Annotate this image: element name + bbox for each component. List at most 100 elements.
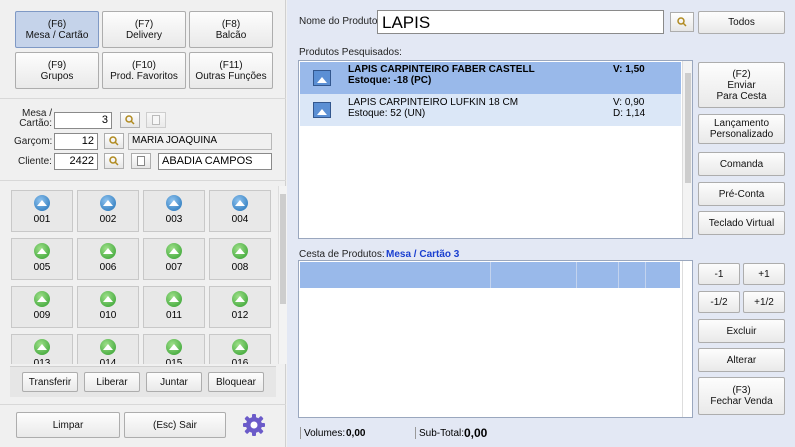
table-status-icon xyxy=(232,339,248,355)
garcom-label: Garçom: xyxy=(14,136,53,147)
limpar-button[interactable]: Limpar xyxy=(16,412,120,438)
table-status-icon xyxy=(100,243,116,259)
alterar-button[interactable]: Alterar xyxy=(698,348,785,372)
table-tile[interactable]: 010 xyxy=(77,286,139,328)
table-tile[interactable]: 004 xyxy=(209,190,271,232)
product-image-icon xyxy=(313,102,331,118)
button-label: Grupos xyxy=(40,70,74,82)
button-key-label: (F6) xyxy=(47,18,67,30)
table-number: 006 xyxy=(99,262,117,273)
document-icon xyxy=(137,156,145,166)
table-status-icon xyxy=(34,243,50,259)
table-number: 007 xyxy=(165,262,183,273)
table-tile[interactable]: 003 xyxy=(143,190,205,232)
cliente-label: Cliente: xyxy=(18,156,52,167)
plus-one-button[interactable]: +1 xyxy=(743,263,785,285)
table-number: 001 xyxy=(33,214,51,225)
table-tile[interactable]: 012 xyxy=(209,286,271,328)
volumes-label: Volumes: xyxy=(304,428,346,439)
button-key-label: (F7) xyxy=(134,18,154,30)
sair-button[interactable]: (Esc) Sair xyxy=(124,412,226,438)
table-tile[interactable]: 013 xyxy=(11,334,73,364)
prod-favoritos-button[interactable]: (F10) Prod. Favoritos xyxy=(102,52,186,89)
button-key-label: (F8) xyxy=(221,18,241,30)
mesa-cartao-button[interactable]: (F6) Mesa / Cartão xyxy=(15,11,99,48)
cesta-target: Mesa / Cartão 3 xyxy=(386,249,460,260)
table-number: 003 xyxy=(165,214,183,225)
todos-button[interactable]: Todos xyxy=(698,11,785,34)
grupos-button[interactable]: (F9) Grupos xyxy=(15,52,99,89)
teclado-virtual-button[interactable]: Teclado Virtual xyxy=(698,211,785,235)
search-icon xyxy=(125,115,135,125)
garcom-name: MARIA JOAQUINA xyxy=(128,133,272,150)
delivery-button[interactable]: (F7) Delivery xyxy=(102,11,186,48)
product-row[interactable]: LAPIS CARPINTEIRO LUFKIN 18 CM Estoque: … xyxy=(300,94,681,126)
minus-one-button[interactable]: -1 xyxy=(698,263,740,285)
table-tile[interactable]: 008 xyxy=(209,238,271,280)
cesta-grid xyxy=(298,260,693,418)
enviar-cesta-button[interactable]: (F2) Enviar Para Cesta xyxy=(698,62,785,108)
table-status-icon xyxy=(100,195,116,211)
divider xyxy=(0,180,286,181)
transferir-button[interactable]: Transferir xyxy=(22,372,78,392)
table-number: 013 xyxy=(33,358,51,364)
table-tile[interactable]: 001 xyxy=(11,190,73,232)
table-tile[interactable]: 002 xyxy=(77,190,139,232)
product-price-secondary: D: 1,14 xyxy=(613,108,646,119)
cliente-field[interactable]: 2422 xyxy=(54,153,98,170)
search-product-button[interactable] xyxy=(670,12,694,32)
comanda-button[interactable]: Comanda xyxy=(698,152,785,176)
table-tile[interactable]: 015 xyxy=(143,334,205,364)
search-icon xyxy=(109,136,119,146)
settings-gear-icon[interactable] xyxy=(242,413,266,437)
lancamento-personalizado-button[interactable]: Lançamento Personalizado xyxy=(698,114,785,144)
search-cliente-button[interactable] xyxy=(104,153,124,169)
table-tile[interactable]: 011 xyxy=(143,286,205,328)
table-status-icon xyxy=(166,291,182,307)
mesa-field[interactable]: 3 xyxy=(54,112,112,129)
table-tile[interactable]: 005 xyxy=(11,238,73,280)
table-tile[interactable]: 016 xyxy=(209,334,271,364)
minus-half-button[interactable]: -1/2 xyxy=(698,291,740,313)
button-label: Para Cesta xyxy=(716,90,767,102)
table-number: 012 xyxy=(231,310,249,321)
search-icon xyxy=(109,156,119,166)
pre-conta-button[interactable]: Pré-Conta xyxy=(698,182,785,206)
document-icon xyxy=(152,115,160,125)
button-key-label: (F3) xyxy=(732,385,751,396)
new-mesa-button[interactable] xyxy=(146,112,166,128)
table-status-icon xyxy=(34,291,50,307)
produtos-pesquisados-label: Produtos Pesquisados: xyxy=(299,47,402,58)
new-cliente-button[interactable] xyxy=(131,153,151,169)
fechar-venda-button[interactable]: (F3) Fechar Venda xyxy=(698,377,785,415)
outras-funcoes-button[interactable]: (F11) Outras Funções xyxy=(189,52,273,89)
bloquear-button[interactable]: Bloquear xyxy=(208,372,264,392)
button-label: Balcão xyxy=(215,29,247,41)
excluir-button[interactable]: Excluir xyxy=(698,319,785,343)
tables-scrollbar[interactable] xyxy=(278,186,287,364)
plus-half-button[interactable]: +1/2 xyxy=(743,291,785,313)
search-mesa-button[interactable] xyxy=(120,112,140,128)
button-label: Outras Funções xyxy=(195,70,267,82)
product-search-input[interactable]: LAPIS xyxy=(377,10,664,34)
juntar-button[interactable]: Juntar xyxy=(146,372,202,392)
table-tile[interactable]: 014 xyxy=(77,334,139,364)
product-price: V: 0,90 xyxy=(613,97,645,108)
scrollbar-thumb[interactable] xyxy=(685,73,691,183)
balcao-button[interactable]: (F8) Balcão xyxy=(189,11,273,48)
garcom-field[interactable]: 12 xyxy=(54,133,98,150)
search-garcom-button[interactable] xyxy=(104,133,124,149)
table-tile[interactable]: 007 xyxy=(143,238,205,280)
products-scrollbar[interactable] xyxy=(682,61,692,238)
scrollbar-thumb[interactable] xyxy=(280,194,286,304)
table-tile[interactable]: 009 xyxy=(11,286,73,328)
cesta-scrollbar[interactable] xyxy=(682,261,692,417)
subtotal-value: 0,00 xyxy=(464,426,488,440)
liberar-button[interactable]: Liberar xyxy=(84,372,140,392)
product-row[interactable]: LAPIS CARPINTEIRO FABER CASTELL Estoque:… xyxy=(300,62,681,94)
nome-produto-label: Nome do Produto: xyxy=(299,16,381,27)
table-status-icon xyxy=(232,195,248,211)
table-tile[interactable]: 006 xyxy=(77,238,139,280)
table-number: 004 xyxy=(231,214,249,225)
table-status-icon xyxy=(166,195,182,211)
